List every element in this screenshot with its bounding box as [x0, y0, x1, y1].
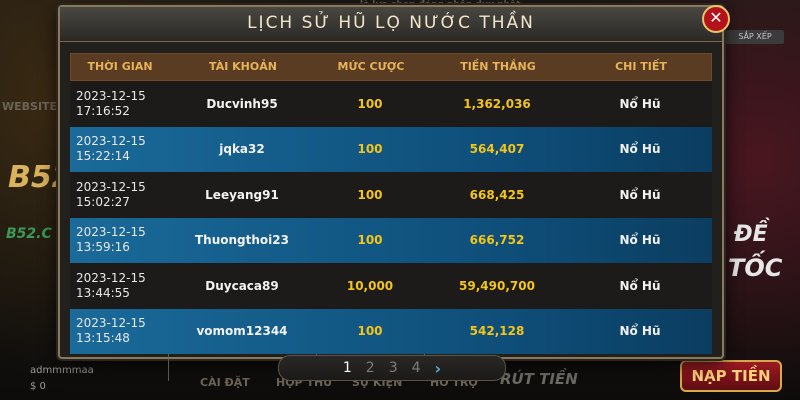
page-1-button[interactable]: 1 — [343, 360, 352, 376]
win-cell: 1,362,036 — [463, 96, 531, 111]
bet-cell: 10,000 — [346, 278, 394, 293]
column-header-detail: CHI TIẾT — [615, 60, 667, 73]
table-row[interactable]: 2023-12-15 15:02:27 Leeyang91 100 668,42… — [70, 172, 712, 218]
table-row[interactable]: 2023-12-15 13:15:48 vomom12344 100 542,1… — [70, 308, 712, 354]
table-row[interactable]: 2023-12-15 13:44:55 Duycaca89 10,000 59,… — [70, 263, 712, 309]
time-text: 13:44:55 — [76, 285, 130, 300]
detail-link[interactable]: Nổ Hũ — [570, 279, 710, 293]
background-promo-de: ĐỀ — [734, 222, 768, 247]
detail-link[interactable]: Nổ Hũ — [570, 188, 710, 202]
next-page-icon[interactable]: › — [435, 359, 442, 378]
time-cell: 2023-12-15 17:16:52 — [70, 89, 168, 119]
background-brand-small: B52.C — [6, 226, 52, 242]
modal-title: LỊCH SỬ HŨ LỌ NƯỚC THẦN — [247, 13, 535, 33]
date-text: 2023-12-15 — [76, 316, 146, 331]
deposit-button[interactable]: NẠP TIỀN — [680, 360, 782, 392]
date-text: 2023-12-15 — [76, 270, 146, 285]
column-header-account: TÀI KHOẢN — [209, 60, 277, 73]
username-label: admmmmaa — [30, 365, 94, 376]
bet-cell: 100 — [357, 233, 383, 248]
account-cell: Ducvinh95 — [206, 96, 278, 111]
win-cell: 668,425 — [469, 187, 525, 202]
time-text: 13:59:16 — [76, 240, 130, 255]
modal-header: LỊCH SỬ HŨ LỌ NƯỚC THẦN — [60, 7, 722, 42]
balance-label: $ 0 — [30, 381, 46, 392]
account-cell: Thuongthoi23 — [195, 233, 289, 248]
close-button[interactable]: ✕ — [702, 5, 730, 33]
background-promo-toc: TỐC — [728, 254, 783, 282]
page-4-button[interactable]: 4 — [412, 360, 421, 376]
table-row[interactable]: 2023-12-15 15:22:14 jqka32 100 564,407 N… — [70, 126, 712, 172]
account-cell: Leeyang91 — [205, 187, 279, 202]
detail-link[interactable]: Nổ Hũ — [570, 233, 710, 247]
time-text: 13:15:48 — [76, 331, 130, 346]
time-text: 15:02:27 — [76, 194, 130, 209]
withdraw-button[interactable]: RÚT TIỀN — [500, 370, 578, 388]
detail-link[interactable]: Nổ Hũ — [570, 324, 710, 338]
win-cell: 542,128 — [469, 324, 525, 339]
date-text: 2023-12-15 — [76, 134, 146, 149]
time-text: 17:16:52 — [76, 103, 130, 118]
date-text: 2023-12-15 — [76, 179, 146, 194]
table-body: 2023-12-15 17:16:52 Ducvinh95 100 1,362,… — [70, 81, 712, 381]
win-cell: 666,752 — [469, 233, 525, 248]
account-cell: Duycaca89 — [205, 278, 279, 293]
time-cell: 2023-12-15 13:15:48 — [70, 316, 168, 346]
history-table: THỜI GIAN TÀI KHOẢN MỨC CƯỢC TIỀN THẮNG … — [70, 53, 712, 381]
sort-button[interactable]: SẮP XẾP — [726, 30, 784, 44]
bet-cell: 100 — [357, 187, 383, 202]
column-header-bet: MỨC CƯỢC — [337, 60, 405, 73]
bet-cell: 100 — [357, 142, 383, 157]
detail-link[interactable]: Nổ Hũ — [570, 97, 710, 111]
win-cell: 564,407 — [469, 142, 525, 157]
table-row[interactable]: 2023-12-15 17:16:52 Ducvinh95 100 1,362,… — [70, 81, 712, 127]
account-cell: vomom12344 — [196, 324, 288, 339]
time-cell: 2023-12-15 15:02:27 — [70, 180, 168, 210]
page-3-button[interactable]: 3 — [389, 360, 398, 376]
time-cell: 2023-12-15 15:22:14 — [70, 134, 168, 164]
jackpot-history-modal: LỊCH SỬ HŨ LỌ NƯỚC THẦN ✕ THỜI GIAN TÀI … — [58, 5, 730, 381]
detail-link[interactable]: Nổ Hũ — [570, 142, 710, 156]
bet-cell: 100 — [357, 324, 383, 339]
bet-cell: 100 — [357, 96, 383, 111]
time-cell: 2023-12-15 13:59:16 — [70, 225, 168, 255]
column-header-time: THỜI GIAN — [87, 60, 153, 73]
date-text: 2023-12-15 — [76, 225, 146, 240]
time-cell: 2023-12-15 13:44:55 — [70, 271, 168, 301]
pagination: 1 2 3 4 › — [278, 355, 506, 381]
time-text: 15:22:14 — [76, 149, 130, 164]
account-cell: jqka32 — [219, 142, 265, 157]
table-row[interactable]: 2023-12-15 13:59:16 Thuongthoi23 100 666… — [70, 217, 712, 263]
column-header-win: TIỀN THẮNG — [460, 60, 536, 73]
nav-settings[interactable]: CÀI ĐẶT — [200, 376, 250, 389]
date-text: 2023-12-15 — [76, 88, 146, 103]
page-2-button[interactable]: 2 — [366, 360, 375, 376]
table-header: THỜI GIAN TÀI KHOẢN MỨC CƯỢC TIỀN THẮNG … — [70, 53, 712, 81]
win-cell: 59,490,700 — [459, 278, 535, 293]
